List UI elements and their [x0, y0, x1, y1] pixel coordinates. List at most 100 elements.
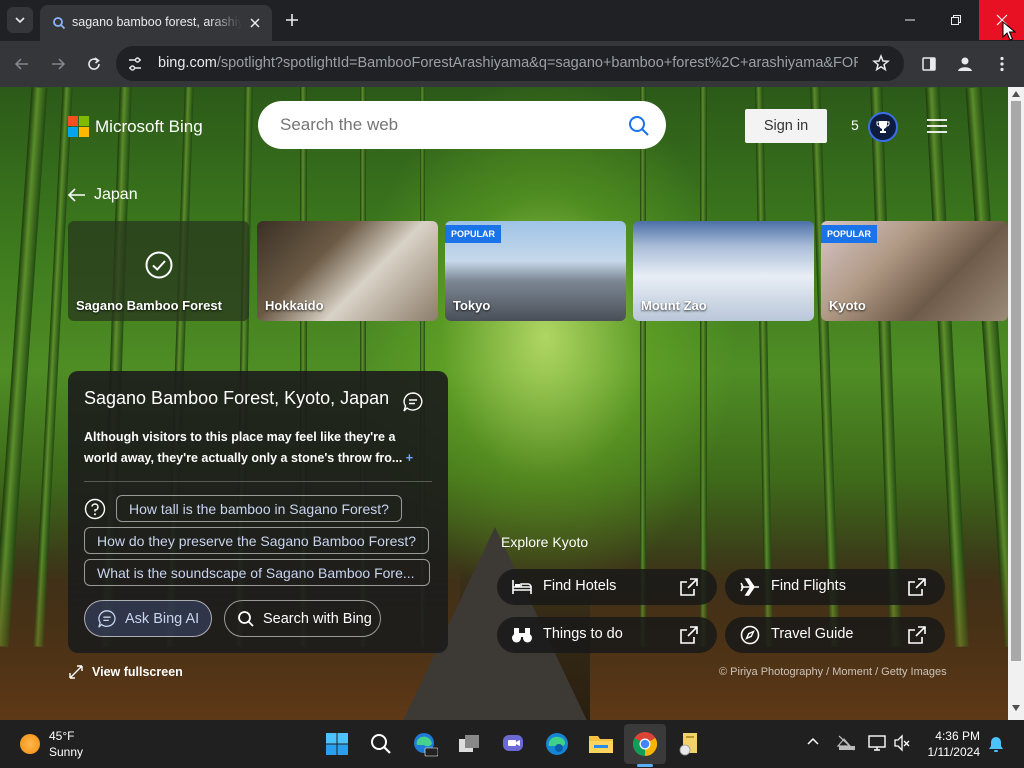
side-panel-button[interactable]	[917, 52, 941, 76]
card-label: Tokyo	[453, 298, 491, 313]
things-to-do-button[interactable]: Things to do	[497, 617, 717, 653]
system-clock[interactable]: 4:36 PM 1/11/2024	[922, 728, 981, 760]
mouse-cursor-icon	[1002, 21, 1016, 41]
file-explorer-app[interactable]	[586, 729, 616, 759]
view-fullscreen-label: View fullscreen	[92, 665, 183, 679]
active-tab[interactable]: sagano bamboo forest, arashiyama	[40, 5, 272, 41]
expand-icon	[69, 665, 83, 679]
travel-guide-label: Travel Guide	[771, 626, 854, 642]
teams-chat-app[interactable]	[498, 729, 528, 759]
plane-icon	[740, 578, 759, 596]
site-info-icon[interactable]	[126, 55, 144, 73]
back-to-japan-link[interactable]: Japan	[68, 186, 138, 204]
forward-button[interactable]	[46, 52, 70, 76]
chat-bubble-icon[interactable]	[402, 391, 424, 413]
rewards-count[interactable]: 5	[851, 117, 859, 133]
chevron-up-icon[interactable]	[806, 736, 820, 746]
start-button[interactable]	[322, 729, 352, 759]
more-vertical-icon	[1000, 56, 1004, 72]
page-scrollbar[interactable]	[1008, 87, 1024, 720]
chevron-down-icon	[15, 17, 25, 24]
search-icon	[371, 734, 391, 754]
description-text: Although visitors to this place may feel…	[84, 430, 403, 465]
find-hotels-button[interactable]: Find Hotels	[497, 569, 717, 605]
external-link-icon	[908, 626, 926, 644]
profile-button[interactable]	[953, 52, 977, 76]
sign-in-button[interactable]: Sign in	[745, 109, 827, 143]
carousel-card-tokyo[interactable]: POPULAR Tokyo	[445, 221, 626, 321]
rewards-trophy-icon[interactable]	[868, 112, 898, 142]
chat-app-icon	[503, 735, 523, 751]
things-to-do-label: Things to do	[543, 626, 623, 642]
volume-muted-icon[interactable]	[893, 734, 911, 752]
carousel-card-mount-zao[interactable]: Mount Zao	[633, 221, 814, 321]
external-link-icon	[908, 578, 926, 596]
scroll-up-icon[interactable]	[1012, 91, 1020, 97]
suggested-question[interactable]: How tall is the bamboo in Sagano Forest?	[116, 495, 402, 522]
clock-date: 1/11/2024	[927, 745, 981, 759]
back-button[interactable]	[10, 52, 34, 76]
popular-badge: POPULAR	[821, 225, 878, 243]
search-box[interactable]	[258, 101, 666, 149]
scroll-down-icon[interactable]	[1012, 705, 1020, 711]
address-bar[interactable]: bing.com/spotlight?spotlightId=BambooFor…	[116, 46, 904, 81]
temperature: 45°F	[49, 729, 75, 743]
pinned-app[interactable]	[674, 729, 704, 759]
taskbar-search-button[interactable]	[366, 729, 396, 759]
search-icon[interactable]	[628, 115, 650, 137]
chrome-app[interactable]	[630, 729, 660, 759]
suggested-question[interactable]: How do they preserve the Sagano Bamboo F…	[84, 527, 430, 554]
compass-icon	[740, 625, 760, 645]
tab-strip: sagano bamboo forest, arashiyama	[0, 0, 1024, 41]
tab-title: sagano bamboo forest, arashiyama	[72, 15, 242, 29]
info-description: Although visitors to this place may feel…	[84, 427, 424, 469]
search-with-bing-label: Search with Bing	[263, 610, 372, 627]
task-view-app[interactable]	[454, 729, 484, 759]
bing-logo[interactable]: Microsoft Bing	[68, 116, 203, 137]
weather-widget[interactable]: 45°F Sunny	[20, 728, 83, 760]
windows-taskbar: 45°F Sunny 4:36 PM 1/11/2024	[0, 720, 1024, 768]
selected-check-icon	[145, 251, 173, 279]
network-icon[interactable]	[836, 734, 856, 752]
image-credit[interactable]: © Piriya Photography / Moment / Getty Im…	[719, 666, 947, 678]
search-with-bing-button[interactable]: Search with Bing	[224, 600, 381, 637]
url-host: bing.com	[158, 55, 217, 71]
display-icon[interactable]	[867, 734, 887, 752]
search-input[interactable]	[278, 114, 608, 136]
carousel-card-kyoto[interactable]: POPULAR Kyoto	[821, 221, 1008, 321]
carousel-card-hokkaido[interactable]: Hokkaido	[257, 221, 438, 321]
close-icon[interactable]	[248, 16, 262, 30]
windows-logo-icon	[326, 733, 348, 755]
expand-description-button[interactable]: +	[406, 451, 413, 465]
restore-button[interactable]	[934, 0, 978, 40]
edge-beta-app[interactable]	[410, 729, 440, 759]
url-path: /spotlight?spotlightId=BambooForestArash…	[216, 55, 858, 71]
notification-bell-icon[interactable]	[988, 735, 1004, 753]
sun-icon	[20, 734, 40, 754]
find-flights-button[interactable]: Find Flights	[725, 569, 945, 605]
travel-guide-button[interactable]: Travel Guide	[725, 617, 945, 653]
card-label: Hokkaido	[265, 298, 324, 313]
restore-icon	[951, 15, 961, 25]
tab-search-button[interactable]	[7, 7, 33, 33]
scroll-thumb[interactable]	[1011, 101, 1021, 661]
reload-button[interactable]	[82, 52, 106, 76]
microsoft-logo-icon	[68, 116, 89, 137]
view-fullscreen-link[interactable]: View fullscreen	[68, 664, 183, 680]
suggested-question[interactable]: What is the soundscape of Sagano Bamboo …	[84, 559, 430, 586]
bookmark-star-icon[interactable]	[872, 54, 890, 72]
find-flights-label: Find Flights	[771, 578, 846, 594]
new-tab-button[interactable]	[283, 11, 301, 29]
chat-bubble-icon	[98, 609, 116, 628]
carousel-card-sagano[interactable]: Sagano Bamboo Forest	[68, 221, 249, 321]
arrow-right-icon	[52, 58, 66, 70]
browser-menu-button[interactable]	[990, 52, 1014, 76]
ask-bing-ai-button[interactable]: Ask Bing AI	[84, 600, 212, 637]
notes-app-icon	[679, 733, 697, 756]
minimize-button[interactable]	[888, 0, 932, 40]
weather-condition: Sunny	[49, 745, 84, 759]
active-app-indicator	[637, 764, 653, 767]
edge-app[interactable]	[542, 729, 572, 759]
hamburger-menu-icon[interactable]	[926, 118, 948, 134]
card-label: Mount Zao	[641, 298, 707, 313]
